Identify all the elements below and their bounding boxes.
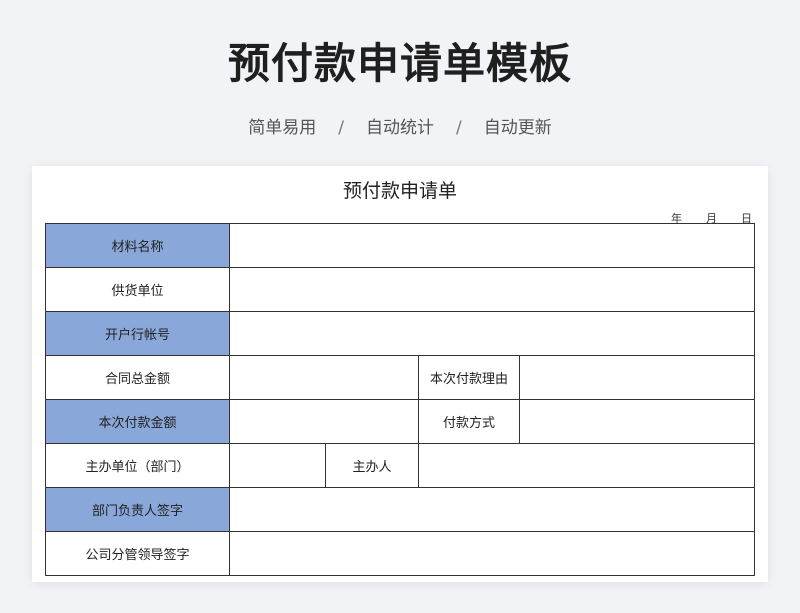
table-row: 公司分管领导签字 [45,531,755,576]
payment-reason-label: 本次付款理由 [418,355,520,400]
table-row: 合同总金额 本次付款理由 [45,355,755,400]
payment-method-field[interactable] [519,399,755,444]
tag-separator: / [338,118,344,138]
dept-head-sign-field[interactable] [229,487,755,532]
material-name-label: 材料名称 [45,223,230,268]
dept-head-sign-label: 部门负责人签字 [45,487,230,532]
table-row: 供货单位 [45,267,755,312]
payment-amount-field[interactable] [229,399,419,444]
bank-account-label: 开户行帐号 [45,311,230,356]
table-row: 主办单位（部门） 主办人 [45,443,755,488]
payment-amount-label: 本次付款金额 [45,399,230,444]
table-row: 部门负责人签字 [45,487,755,532]
host-person-label: 主办人 [325,443,419,488]
page-title: 预付款申请单模板 [227,39,572,88]
supplier-field[interactable] [229,267,755,312]
form-title: 预付款申请单 [342,180,457,202]
application-form-table: 材料名称 供货单位 开户行帐号 合同总金额 本次付款理由 本次付款金额 付款方式… [45,223,755,576]
supplier-label: 供货单位 [45,267,230,312]
feature-tags: 简单易用 / 自动统计 / 自动更新 [0,113,800,138]
tag-auto-stat: 自动统计 [366,118,434,138]
material-name-field[interactable] [229,223,755,268]
payment-reason-field[interactable] [519,355,755,400]
contract-total-label: 合同总金额 [45,355,230,400]
tag-easy: 简单易用 [248,118,317,138]
table-row: 材料名称 [45,223,755,268]
company-leader-sign-label: 公司分管领导签字 [45,531,230,576]
table-row: 本次付款金额 付款方式 [45,399,755,444]
bank-account-field[interactable] [229,311,755,356]
contract-total-field[interactable] [229,355,419,400]
host-unit-label: 主办单位（部门） [45,443,230,488]
host-unit-field[interactable] [229,443,326,488]
form-preview-card: 预付款申请单 年月日 材料名称 供货单位 开户行帐号 合同总金额 本次付款理由 [32,166,768,582]
table-row: 开户行帐号 [45,311,755,356]
tag-separator: / [456,118,462,138]
host-person-field[interactable] [418,443,755,488]
tag-auto-update: 自动更新 [483,118,552,138]
company-leader-sign-field[interactable] [229,531,755,576]
payment-method-label: 付款方式 [418,399,520,444]
